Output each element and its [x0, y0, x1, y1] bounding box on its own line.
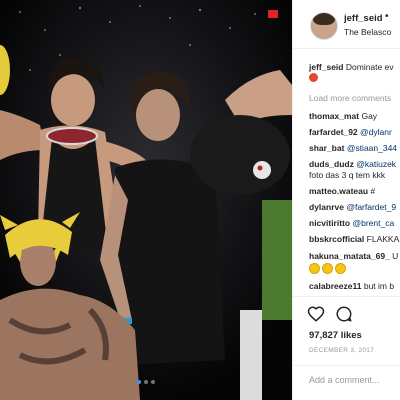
comment: bbskrcofficial FLAKKA [309, 234, 399, 244]
post-actions: 97,827 likes DECEMBER 3, 2017 [293, 296, 400, 400]
comment-username[interactable]: duds_dudz [309, 159, 354, 169]
caption: jeff_seid Dominate ev [309, 62, 394, 72]
tear-emoji-icon [309, 263, 348, 275]
comment: matteo.wateau # [309, 186, 375, 196]
comment: nicvitiritto @brent_ca [309, 218, 394, 228]
likes-count[interactable]: 97,827 likes [309, 330, 362, 341]
post-header: jeff_seid • The Belasco [293, 0, 400, 49]
comment-username[interactable]: nicvitiritto [309, 218, 350, 228]
heart-icon[interactable] [307, 305, 325, 323]
comment-text: Gay [361, 111, 378, 121]
comment: dylanrve @farfardet_9 [309, 202, 396, 212]
comment-username[interactable]: matteo.wateau [309, 186, 368, 196]
comment: thomax_mat Gay [309, 111, 377, 121]
comment-icon[interactable] [335, 305, 353, 323]
comment-username[interactable]: thomax_mat [309, 111, 359, 121]
comment-username[interactable]: farfardet_92 [309, 127, 358, 137]
comment-username[interactable]: dylanrve [309, 202, 344, 212]
comment-mention[interactable]: @katiuzek [356, 159, 396, 169]
comment: hakuna_matata_69_ U [309, 251, 398, 261]
comment-username[interactable]: calabreeze11 [309, 281, 361, 291]
comment-hashtag[interactable]: # [370, 186, 375, 196]
carousel-indicator [0, 380, 292, 384]
comment-text: but im b [363, 281, 395, 291]
more-dot: • [385, 11, 389, 22]
carousel-dot[interactable] [151, 380, 155, 384]
comment-text: FLAKKA [366, 234, 400, 244]
red-exit-sign [268, 10, 278, 18]
photo-scene [0, 0, 292, 400]
comment-username[interactable]: shar_bat [309, 143, 344, 153]
comment: calabreeze11 but im b [309, 281, 394, 291]
post-detail-panel: jeff_seid • The Belasco jeff_seid Domina… [292, 0, 400, 400]
comment-text: U [392, 251, 399, 261]
devil-emoji-icon [309, 73, 318, 83]
carousel-dot[interactable] [144, 380, 148, 384]
caption-text: Dominate ev [345, 62, 394, 72]
comment-mention[interactable]: @farfardet_9 [346, 202, 396, 212]
add-comment-bar [293, 365, 400, 400]
comment-mention[interactable]: @stiaan_344 [347, 143, 397, 153]
comment: shar_bat @stiaan_344 [309, 143, 397, 153]
location-link[interactable]: The Belasco [344, 27, 391, 37]
add-comment-input[interactable] [309, 375, 399, 385]
comment-continuation: foto das 3 q tem kkk [309, 170, 386, 180]
comment-mention[interactable]: @dylanr [360, 127, 392, 137]
carousel-dot-active[interactable] [137, 380, 141, 384]
load-more-comments-button[interactable]: Load more comments [309, 93, 391, 103]
avatar[interactable] [310, 12, 338, 40]
comment-mention[interactable]: @brent_ca [352, 218, 394, 228]
comment: duds_dudz @katiuzek [309, 159, 396, 169]
post-date[interactable]: DECEMBER 3, 2017 [309, 347, 374, 354]
comment-username[interactable]: hakuna_matata_69_ [309, 251, 390, 261]
author-username[interactable]: jeff_seid [344, 13, 383, 24]
comment: farfardet_92 @dylanr [309, 127, 392, 137]
post-photo[interactable] [0, 0, 292, 400]
comment-username[interactable]: bbskrcofficial [309, 234, 364, 244]
caption-username[interactable]: jeff_seid [309, 62, 344, 72]
